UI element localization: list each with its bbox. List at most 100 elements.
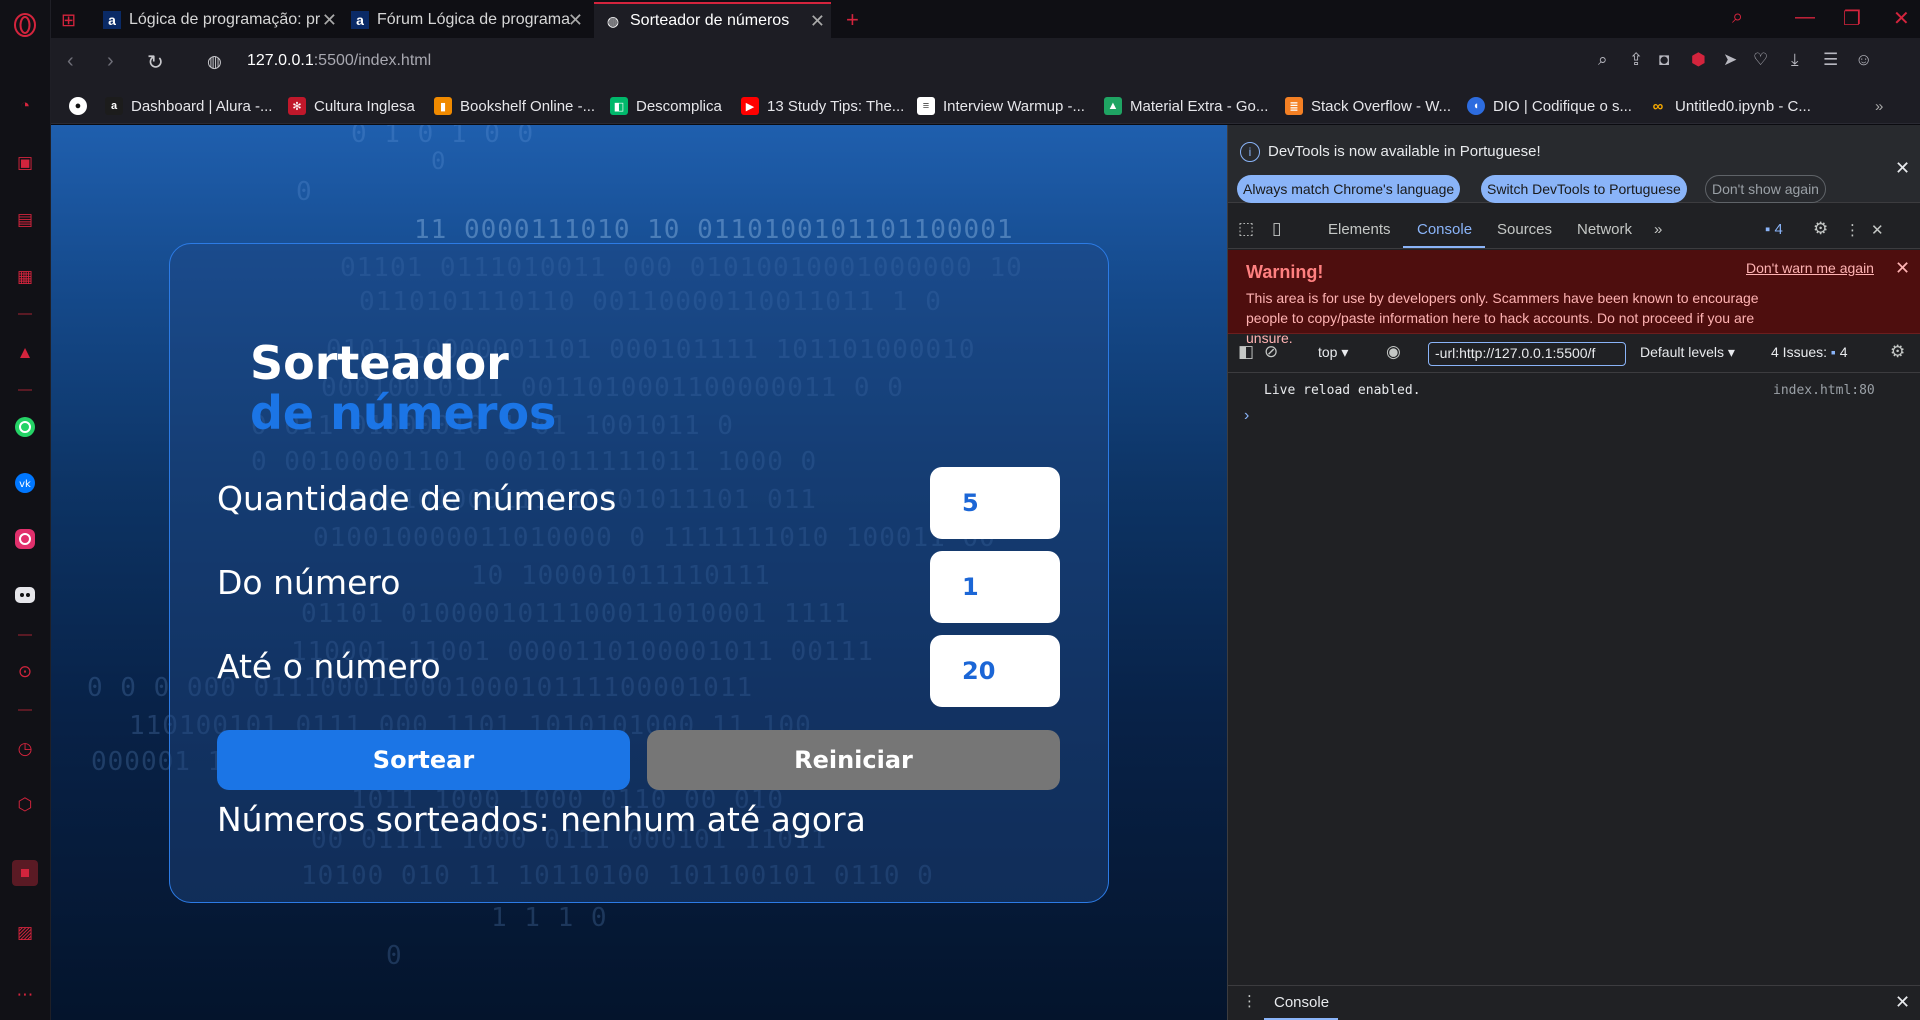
profile-icon[interactable]: ☺ <box>1855 50 1872 70</box>
devtools-drawer: ⋮ Console ✕ <box>1228 985 1920 1020</box>
inspect-element-icon[interactable]: ⬚ <box>1238 219 1254 239</box>
clear-console-icon[interactable]: ⊘ <box>1264 342 1278 362</box>
more-dots-icon[interactable]: ⋯ <box>12 982 38 1008</box>
minimize-icon[interactable]: — <box>1795 6 1815 29</box>
context-selector[interactable]: top ▾ <box>1318 344 1348 361</box>
bookmark-interview-warmup[interactable]: ≡ Interview Warmup -... <box>917 95 1085 117</box>
gx-control-icon[interactable]: ⊞ <box>61 2 91 38</box>
google-icon: ≡ <box>917 97 935 115</box>
close-drawer-icon[interactable]: ✕ <box>1895 992 1910 1013</box>
vk-icon[interactable]: vk <box>12 470 38 496</box>
speed-dial-icon[interactable]: ◔ <box>12 93 38 119</box>
console-settings-icon[interactable]: ⚙ <box>1890 342 1905 362</box>
cpu-icon[interactable]: ▦ <box>12 264 38 290</box>
player-icon[interactable]: ⊙ <box>12 659 38 685</box>
settings-gear-icon[interactable]: ⚙ <box>1813 219 1828 239</box>
dont-show-again-button[interactable]: Don't show again <box>1705 175 1826 203</box>
forward-icon[interactable]: › <box>107 50 114 73</box>
page-viewport: 0 1 0 1 0 0 0 0 11 0000111010 10 0110100… <box>51 125 1227 1020</box>
bookmark-colab[interactable]: ∞ Untitled0.ipynb - C... <box>1649 95 1811 117</box>
close-tab-icon[interactable]: ✕ <box>568 10 583 31</box>
shop-icon[interactable]: ▣ <box>12 150 38 176</box>
restore-icon[interactable]: ❐ <box>1843 6 1861 31</box>
adblock-shield-icon[interactable]: ⬢ <box>1691 50 1706 70</box>
bookmark-github[interactable]: ● <box>69 95 95 117</box>
sorteador-card: Sorteador de números Quantidade de númer… <box>169 243 1109 903</box>
more-tabs-icon[interactable]: » <box>1654 221 1662 238</box>
switch-language-button[interactable]: Switch DevTools to Portuguese <box>1481 175 1687 203</box>
close-devtools-icon[interactable]: ✕ <box>1871 221 1884 239</box>
bookmark-dio[interactable]: ◖ DIO | Codifique o s... <box>1467 95 1632 117</box>
cultura-icon: ✻ <box>288 97 306 115</box>
github-icon: ● <box>69 97 87 115</box>
draw-button[interactable]: Sortear <box>217 730 630 790</box>
new-tab-button[interactable]: + <box>846 2 870 38</box>
back-icon[interactable]: ‹ <box>67 50 74 73</box>
reload-icon[interactable]: ↻ <box>147 50 164 75</box>
site-info-icon[interactable]: ◍ <box>207 52 222 72</box>
live-expression-eye-icon[interactable]: ◉ <box>1386 342 1401 362</box>
tab-sorteador[interactable]: ◍ Sorteador de números ✕ <box>594 2 831 38</box>
url-field[interactable]: 127.0.0.1:5500/index.html <box>247 52 431 70</box>
tab-network[interactable]: Network <box>1577 221 1632 238</box>
levels-dropdown[interactable]: Default levels ▾ <box>1640 344 1735 361</box>
alura-icon: a <box>103 11 121 29</box>
close-tab-icon[interactable]: ✕ <box>322 10 337 31</box>
to-number-input[interactable]: 20 <box>930 635 1060 707</box>
image-icon[interactable]: ▨ <box>12 920 38 946</box>
close-tab-icon[interactable]: ✕ <box>810 11 825 32</box>
bookmark-study-tips[interactable]: ▶ 13 Study Tips: The... <box>741 95 904 117</box>
drawer-tab-console[interactable]: Console <box>1274 994 1329 1011</box>
share-icon[interactable]: ⇪ <box>1629 50 1643 70</box>
bookmark-stack-overflow[interactable]: ≣ Stack Overflow - W... <box>1285 95 1451 117</box>
quantity-input[interactable]: 5 <box>930 467 1060 539</box>
search-page-icon[interactable]: ⌕ <box>1598 50 1608 70</box>
discord-icon[interactable] <box>12 582 38 608</box>
download-icon[interactable]: ⤓ <box>1791 50 1799 70</box>
snapshot-icon[interactable]: ◘ <box>1659 50 1669 70</box>
instagram-icon[interactable] <box>12 526 38 552</box>
bookmark-alura[interactable]: a Dashboard | Alura -... <box>105 95 272 117</box>
sidebar-toggle-icon[interactable]: ◧ <box>1238 342 1254 362</box>
twitch-icon[interactable]: ▤ <box>12 207 38 233</box>
extensions-cube-icon[interactable]: ⬡ <box>12 792 38 818</box>
issues-label: 4 Issues: <box>1771 344 1828 360</box>
tab-forum[interactable]: a Fórum Lógica de programa ✕ <box>351 2 589 38</box>
console-prompt-icon[interactable]: › <box>1244 407 1249 425</box>
filter-input[interactable]: -url:http://127.0.0.1:5500/f <box>1428 342 1626 366</box>
bookmark-descomplica[interactable]: ◧ Descomplica <box>610 95 722 117</box>
opera-logo-icon[interactable] <box>12 12 38 38</box>
tab-sources[interactable]: Sources <box>1497 221 1552 238</box>
heart-icon[interactable]: ♡ <box>1753 50 1768 70</box>
drawer-menu-icon[interactable]: ⋮ <box>1242 992 1257 1010</box>
aria-icon[interactable]: ▲ <box>12 340 38 366</box>
match-language-button[interactable]: Always match Chrome's language <box>1237 175 1461 203</box>
console-log-source[interactable]: index.html:80 <box>1773 383 1875 398</box>
bookmark-material-extra[interactable]: ▲ Material Extra - Go... <box>1104 95 1268 117</box>
tab-logica-programacao[interactable]: a Lógica de programação: pr ✕ <box>103 2 343 38</box>
easy-setup-icon[interactable]: ☰ <box>1823 50 1838 70</box>
device-toolbar-icon[interactable]: ▯ <box>1272 219 1281 239</box>
bookmark-bookshelf[interactable]: ▮ Bookshelf Online -... <box>434 95 595 117</box>
bookmark-cultura-inglesa[interactable]: ✻ Cultura Inglesa <box>288 95 415 117</box>
search-tabs-icon[interactable]: ⌕ <box>1732 6 1743 29</box>
message-icon: ▪ <box>1765 221 1771 238</box>
from-number-input[interactable]: 1 <box>930 551 1060 623</box>
issues-badge[interactable]: ▪ 4 <box>1765 221 1783 238</box>
workspace-icon[interactable] <box>12 860 38 886</box>
page-subtitle: de números <box>250 386 557 440</box>
close-infobar-icon[interactable]: ✕ <box>1895 158 1910 179</box>
history-icon[interactable]: ◷ <box>12 736 38 762</box>
whatsapp-icon[interactable] <box>12 414 38 440</box>
tab-elements[interactable]: Elements <box>1328 221 1391 238</box>
issues-link[interactable]: 4 Issues: ▪ 4 <box>1771 344 1848 360</box>
send-icon[interactable]: ➤ <box>1723 50 1737 70</box>
kebab-menu-icon[interactable]: ⋮ <box>1845 221 1860 239</box>
close-window-icon[interactable]: ✕ <box>1893 6 1910 31</box>
tab-console[interactable]: Console <box>1417 221 1472 238</box>
dont-warn-link[interactable]: Don't warn me again <box>1746 260 1874 276</box>
console-toolbar: ◧ ⊘ top ▾ ◉ -url:http://127.0.0.1:5500/f… <box>1228 335 1920 373</box>
close-warning-icon[interactable]: ✕ <box>1895 258 1910 279</box>
more-bookmarks-icon[interactable]: » <box>1875 95 1883 117</box>
reset-button[interactable]: Reiniciar <box>647 730 1060 790</box>
